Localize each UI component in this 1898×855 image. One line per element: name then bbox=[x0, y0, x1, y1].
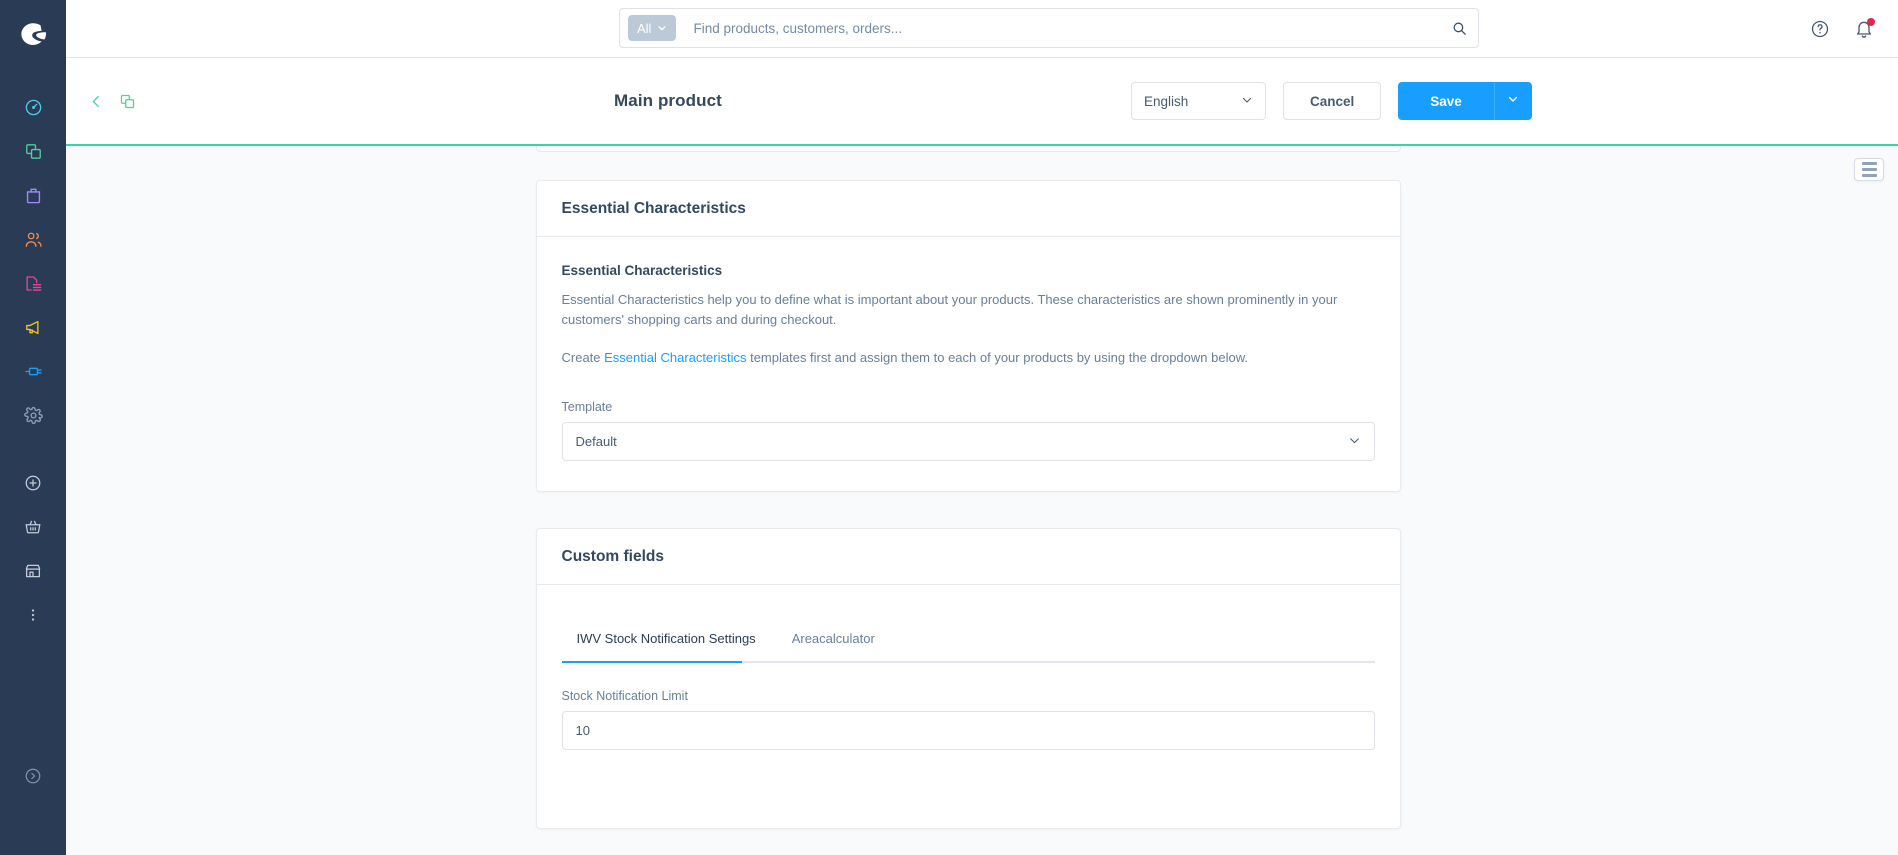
sidebar-item-extensions[interactable] bbox=[0, 349, 66, 393]
smart-bar-left-actions bbox=[88, 93, 136, 110]
card-title-essential-characteristics: Essential Characteristics bbox=[536, 181, 1400, 237]
save-button-group: Save bbox=[1398, 82, 1532, 120]
custom-fields-card: Custom fields IWV Stock Notification Set… bbox=[535, 528, 1401, 830]
essential-characteristics-hint: Create Essential Characteristics templat… bbox=[562, 348, 1375, 368]
megaphone-icon bbox=[24, 318, 43, 337]
list-icon-line-1 bbox=[1861, 162, 1877, 165]
sidebar-expand-button[interactable] bbox=[0, 756, 66, 800]
tab-iwv-stock-notification-settings[interactable]: IWV Stock Notification Settings bbox=[562, 623, 771, 661]
list-icon-line-2 bbox=[1861, 168, 1877, 171]
gauge-icon bbox=[24, 98, 43, 117]
language-select[interactable]: English bbox=[1131, 82, 1266, 120]
hint-text-before: Create bbox=[561, 350, 605, 366]
smart-bar-right-actions: English Cancel Save bbox=[1131, 82, 1532, 120]
sidebar-item-content[interactable] bbox=[0, 261, 66, 305]
chevron-down-icon bbox=[1348, 434, 1361, 450]
sidebar-item-basket[interactable] bbox=[0, 505, 66, 549]
main-area: All Find products, customers, orders... … bbox=[66, 0, 1898, 855]
shopware-logo[interactable] bbox=[16, 17, 50, 51]
notification-badge bbox=[1867, 18, 1875, 26]
stock-notification-limit-input[interactable]: 10 bbox=[561, 711, 1375, 751]
plug-icon bbox=[24, 362, 43, 381]
chevron-down-icon bbox=[1241, 94, 1253, 109]
essential-characteristics-card: Essential Characteristics Essential Char… bbox=[535, 180, 1401, 493]
cancel-button[interactable]: Cancel bbox=[1283, 82, 1382, 120]
sidebar-item-dashboard[interactable] bbox=[0, 85, 66, 129]
sidebar-item-store[interactable] bbox=[0, 549, 66, 593]
section-title-essential-characteristics: Essential Characteristics bbox=[561, 263, 723, 278]
essential-characteristics-body: Essential Characteristics Essential Char… bbox=[537, 237, 1400, 491]
sidebar-item-marketing[interactable] bbox=[0, 305, 66, 349]
duplicate-button[interactable] bbox=[119, 93, 136, 110]
content-spacer-top bbox=[536, 152, 1401, 180]
template-field: Template Default bbox=[561, 400, 1375, 462]
chevron-right-circle-icon bbox=[24, 767, 42, 790]
tab-areacalculator[interactable]: Areacalculator bbox=[777, 623, 890, 661]
bell-icon[interactable] bbox=[1854, 18, 1875, 39]
dots-vertical-icon bbox=[24, 606, 42, 624]
sidebar-nav-main bbox=[0, 85, 66, 437]
basket-icon bbox=[24, 518, 42, 536]
content-column: Essential Characteristics Essential Char… bbox=[535, 146, 1401, 830]
bag-icon bbox=[24, 186, 43, 205]
language-select-value: English bbox=[1144, 93, 1189, 109]
sidebar-item-add-new[interactable] bbox=[0, 461, 66, 505]
save-options-button[interactable] bbox=[1493, 82, 1532, 120]
list-icon-line-3 bbox=[1861, 174, 1877, 177]
save-button[interactable]: Save bbox=[1398, 82, 1494, 120]
search-scope-selector[interactable]: All bbox=[628, 15, 677, 41]
chevron-down-icon bbox=[1507, 92, 1519, 110]
sidebar-nav-shortcuts bbox=[0, 461, 66, 637]
users-icon bbox=[24, 230, 43, 249]
plus-circle-icon bbox=[24, 474, 42, 492]
sidebar-item-orders[interactable] bbox=[0, 173, 66, 217]
custom-fields-bottom-spacer bbox=[562, 750, 1375, 798]
custom-fields-tabs: IWV Stock Notification Settings Areacalc… bbox=[561, 623, 1375, 664]
card-title-custom-fields: Custom fields bbox=[536, 529, 1400, 586]
page-title: Main product bbox=[614, 91, 722, 110]
template-select-value: Default bbox=[575, 434, 617, 450]
search-icon[interactable] bbox=[1451, 20, 1468, 37]
global-search[interactable]: All bbox=[619, 8, 1479, 48]
sidebar-item-catalogues[interactable] bbox=[0, 129, 66, 173]
tabs-active-indicator bbox=[561, 661, 742, 664]
sidebar-item-customers[interactable] bbox=[0, 217, 66, 261]
custom-fields-body: IWV Stock Notification Settings Areacalc… bbox=[537, 585, 1400, 828]
custom-fields-tabs-row: IWV Stock Notification Settings Areacalc… bbox=[562, 623, 1375, 661]
back-button[interactable] bbox=[88, 93, 105, 110]
top-bar-icons bbox=[1810, 0, 1875, 58]
tabs-underline bbox=[561, 661, 1375, 664]
top-bar: All bbox=[66, 0, 1898, 58]
template-select[interactable]: Default bbox=[561, 422, 1375, 462]
card-spacer bbox=[536, 492, 1401, 528]
hint-text-after: templates first and assign them to each … bbox=[746, 350, 1248, 366]
left-sidebar bbox=[0, 0, 66, 855]
sidebar-item-more[interactable] bbox=[0, 593, 66, 637]
gear-icon bbox=[23, 406, 43, 425]
content-scroll-area[interactable]: Essential Characteristics Essential Char… bbox=[66, 146, 1898, 855]
stock-notification-limit-label: Stock Notification Limit bbox=[561, 689, 688, 704]
template-label: Template bbox=[561, 400, 613, 415]
store-icon bbox=[24, 562, 42, 580]
question-circle-icon[interactable] bbox=[1810, 19, 1830, 39]
chevron-down-icon bbox=[657, 21, 667, 36]
sidebar-item-settings[interactable] bbox=[0, 393, 66, 437]
list-view-toggle[interactable] bbox=[1854, 158, 1884, 181]
smart-bar: Main product English Cancel Save bbox=[66, 58, 1898, 144]
search-scope-label: All bbox=[637, 20, 652, 36]
content-page-icon bbox=[24, 274, 43, 293]
essential-characteristics-link[interactable]: Essential Characteristics bbox=[604, 350, 746, 365]
stock-notification-limit-field: Stock Notification Limit 10 bbox=[561, 689, 1375, 751]
copy-stack-icon bbox=[24, 142, 43, 161]
search-input[interactable] bbox=[693, 20, 1451, 36]
essential-characteristics-description: Essential Characteristics help you to de… bbox=[561, 292, 1338, 328]
